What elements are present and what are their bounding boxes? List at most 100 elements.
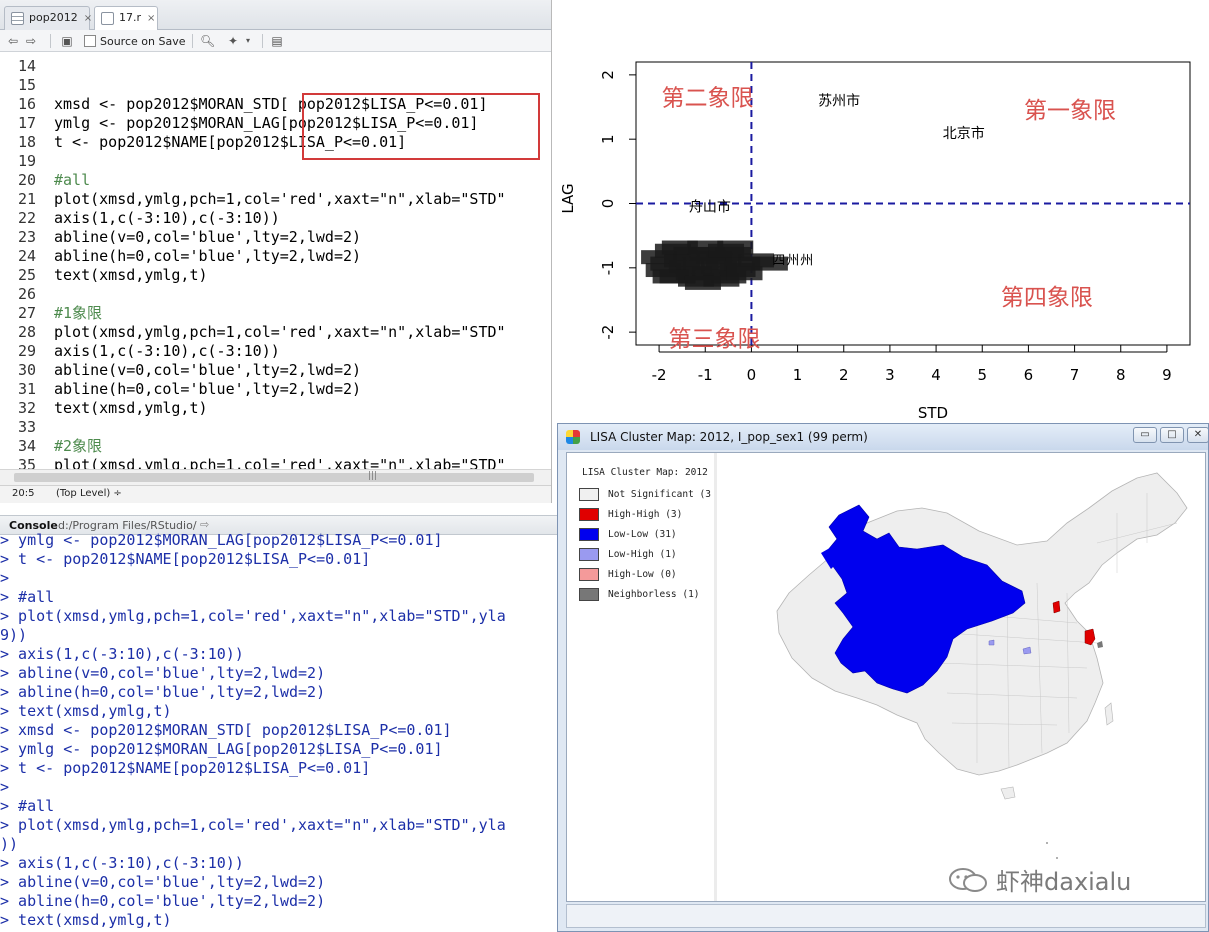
console-line: > text(xmsd,ymlg,t) [0,702,172,720]
data-point-label-cluster [652,269,689,284]
legend-swatch [579,528,599,541]
cluster-label: 州 [800,254,813,269]
code-line: 26 [17,285,36,303]
map-region-low-high[interactable] [988,639,995,646]
data-point-label-cluster [684,275,721,290]
tab-pop2012[interactable]: pop2012 × [4,6,92,30]
y-tick-label: 1 [599,134,617,144]
maximize-button[interactable]: □ [1160,427,1184,443]
map-region-high-high[interactable] [1052,600,1061,614]
scope-selector[interactable]: (Top Level) ÷ [56,488,122,499]
y-tick-label: 0 [599,199,617,209]
magic-wand-icon[interactable]: ✦ [226,34,240,48]
source-on-save-checkbox[interactable] [84,35,96,47]
x-tick-label: 9 [1162,366,1172,384]
console-line: 9)) [0,626,28,644]
scrollbar-grip-icon: ||| [368,471,378,481]
console-line: > abline(v=0,col='blue',lty=2,lwd=2) [0,664,326,682]
window-status-bar [566,904,1206,928]
lisa-cluster-window: LISA Cluster Map: 2012, I_pop_sex1 (99 p… [557,423,1209,932]
console-line: > [0,569,10,587]
code-line: 33 [17,418,36,436]
china-cluster-map[interactable] [717,453,1205,901]
console-line: > [0,778,10,796]
console-line: > ymlg <- pop2012$MORAN_LAG[pop2012$LISA… [0,740,443,758]
data-point-label: 舟山市 [689,199,731,216]
console-line: > t <- pop2012$NAME[pop2012$LISA_P<=0.01… [0,550,371,568]
forward-arrow-icon[interactable]: ⇨ [24,34,38,48]
window-title-bar[interactable]: LISA Cluster Map: 2012, I_pop_sex1 (99 p… [558,424,1208,450]
island-dot [1046,842,1048,844]
map-canvas[interactable]: LISA Cluster Map: 2012 Not Significant (… [566,452,1206,902]
cluster-label: 四 [772,254,785,269]
source-editor-pane: pop2012 × 17.r × ⇦ ⇨ ▣ Source on Save 🔍︎ ✦… [0,0,552,503]
go-to-directory-icon[interactable]: ⇨ [200,518,209,531]
x-axis-label: STD [918,404,948,422]
data-point-label: 苏州市 [818,93,860,110]
wechat-icon [949,867,987,892]
map-region-not-significant[interactable] [1104,702,1114,726]
tab-17-r[interactable]: 17.r × [94,6,158,31]
island-dot [1056,857,1058,859]
y-tick-label: -1 [599,260,617,275]
source-on-save-toggle[interactable]: Source on Save [84,33,185,49]
code-line: 14 [17,57,36,75]
watermark-text: 虾神daxialu [996,868,1132,896]
console-line: > xmsd <- pop2012$MORAN_STD[ pop2012$LIS… [0,721,452,739]
x-tick-label: -1 [698,366,713,384]
red-highlight-box [302,93,540,160]
geoda-app-icon [566,430,580,444]
horizontal-scrollbar[interactable]: ||| [0,469,551,485]
legend-swatch [579,548,599,561]
x-tick-label: 0 [747,366,757,384]
close-icon[interactable]: × [147,13,155,24]
console-line: > axis(1,c(-3:10),c(-3:10)) [0,645,244,663]
map-region-not-significant[interactable] [1000,786,1016,800]
search-icon[interactable]: 🔍︎ [200,34,215,48]
console-line: > t <- pop2012$NAME[pop2012$LISA_P<=0.01… [0,759,371,777]
console-line: )) [0,835,19,853]
quadrant-annotation: 第一象限 [1024,98,1116,124]
legend-swatch [579,588,599,601]
legend-swatch [579,488,599,501]
data-point-label: 北京市 [943,125,985,142]
close-icon[interactable]: × [84,13,92,24]
map-region-neighborless[interactable] [1097,641,1103,648]
console-line: > abline(h=0,col='blue',lty=2,lwd=2) [0,892,326,910]
back-arrow-icon[interactable]: ⇦ [6,34,20,48]
x-tick-label: 6 [1024,366,1034,384]
quadrant-annotation: 第三象限 [668,327,760,353]
code-line: 25 text(xmsd,ymlg,t) [17,266,208,284]
x-tick-label: 3 [885,366,895,384]
console-line: > text(xmsd,ymlg,t) [0,911,172,929]
save-icon[interactable]: ▣ [60,34,74,48]
x-tick-label: 8 [1116,366,1126,384]
editor-toolbar: ⇦ ⇨ ▣ Source on Save 🔍︎ ✦ ▾ ▤ [0,30,551,52]
console-line: > axis(1,c(-3:10),c(-3:10)) [0,854,244,872]
console-pane[interactable]: Console d:/Program Files/RStudio/ ⇨ > ym… [0,503,560,932]
y-axis-label: LAG [559,183,577,213]
compile-report-icon[interactable]: ▤ [270,34,284,48]
code-line: 27 #1象限 [17,304,103,322]
x-tick-label: 4 [931,366,941,384]
console-line: > #all [0,588,55,606]
minimize-button[interactable]: ▭ [1133,427,1157,443]
y-tick-label: 2 [599,70,617,80]
x-tick-label: 1 [793,366,803,384]
x-tick-label: 5 [977,366,987,384]
data-table-icon [11,12,24,25]
x-tick-label: 7 [1070,366,1080,384]
code-line: 21 plot(xmsd,ymlg,pch=1,col='red',xaxt="n… [17,190,506,208]
scrollbar-thumb[interactable] [14,473,534,482]
code-line: 30 abline(v=0,col='blue',lty=2,lwd=2) [17,361,362,379]
map-legend: LISA Cluster Map: 2012 Not Significant (… [567,453,717,901]
window-title: LISA Cluster Map: 2012, I_pop_sex1 (99 p… [590,430,868,444]
quadrant-annotation: 第四象限 [1001,285,1093,311]
code-line: 23 abline(v=0,col='blue',lty=2,lwd=2) [17,228,362,246]
chevron-down-icon[interactable]: ▾ [244,34,252,48]
cursor-position: 20:5 [12,488,35,499]
watermark: 虾神daxialu [948,862,1131,897]
code-line: 32 text(xmsd,ymlg,t) [17,399,208,417]
close-button[interactable]: ✕ [1187,427,1208,443]
legend-swatch [579,508,599,521]
